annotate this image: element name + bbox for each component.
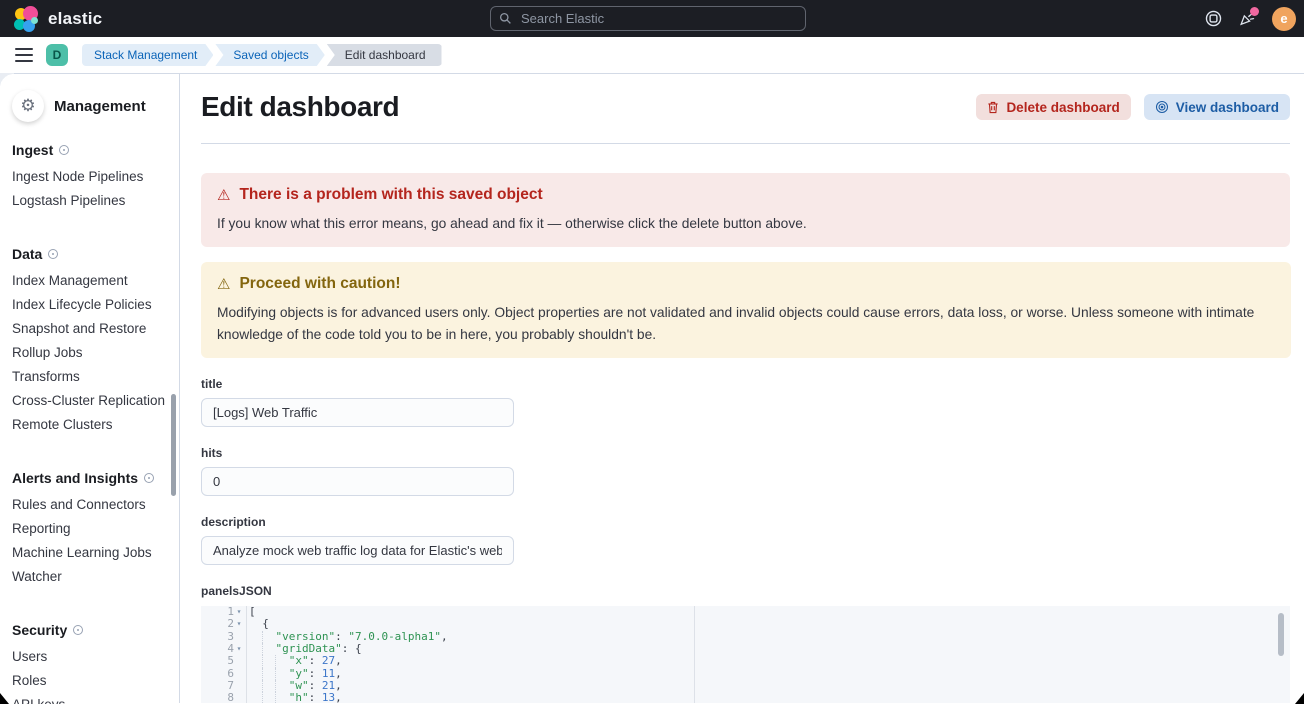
sidebar-item-rollup-jobs[interactable]: Rollup Jobs xyxy=(12,340,167,364)
breadcrumb-edit-dashboard: Edit dashboard xyxy=(327,44,442,66)
notification-dot xyxy=(1250,7,1259,16)
global-search[interactable] xyxy=(490,6,806,31)
editor-scrollbar[interactable] xyxy=(1278,613,1284,656)
newsfeed-icon[interactable] xyxy=(1238,10,1256,28)
sidebar-item-index-management[interactable]: Index Management xyxy=(12,268,167,292)
panels-json-editor[interactable]: 1▾[2▾{3"version": "7.0.0-alpha1",4▾"grid… xyxy=(201,606,1290,703)
top-bar: elastic e xyxy=(0,0,1304,37)
title-field[interactable] xyxy=(201,398,514,427)
gear-icon: ⚙ xyxy=(12,90,44,122)
section-info-icon xyxy=(73,625,83,635)
sidebar-section-data: Data xyxy=(12,246,167,262)
editor-line-number: 8 xyxy=(201,692,247,703)
editor-line-number: 7 xyxy=(201,680,247,692)
warning-icon: ⚠ xyxy=(217,275,230,293)
sidebar-item-index-lifecycle-policies[interactable]: Index Lifecycle Policies xyxy=(12,292,167,316)
sidebar-item-api-keys[interactable]: API keys xyxy=(12,692,167,704)
section-info-icon xyxy=(144,473,154,483)
sidebar-scrollbar[interactable] xyxy=(171,394,176,496)
editor-line-number: 5 xyxy=(201,655,247,667)
fold-arrow-icon[interactable]: ▾ xyxy=(234,643,244,655)
view-dashboard-button[interactable]: View dashboard xyxy=(1144,94,1290,120)
sidebar-item-remote-clusters[interactable]: Remote Clusters xyxy=(12,412,167,436)
sidebar-item-snapshot-and-restore[interactable]: Snapshot and Restore xyxy=(12,316,167,340)
user-avatar[interactable]: e xyxy=(1272,7,1296,31)
sidebar-item-logstash-pipelines[interactable]: Logstash Pipelines xyxy=(12,188,167,212)
warning-callout: ⚠ Proceed with caution! Modifying object… xyxy=(201,262,1291,358)
print-margin xyxy=(694,606,695,703)
search-input[interactable] xyxy=(519,10,797,27)
breadcrumb-saved-objects[interactable]: Saved objects xyxy=(215,44,324,66)
editor-line-number: 4▾ xyxy=(201,643,247,655)
sidebar-header: ⚙ Management xyxy=(12,90,167,122)
breadcrumb-bar: D Stack ManagementSaved objectsEdit dash… xyxy=(0,37,1304,74)
elastic-logo-icon[interactable] xyxy=(14,6,40,32)
editor-line-content[interactable]: { xyxy=(247,618,269,630)
editor-line-content[interactable]: [ xyxy=(247,606,256,618)
editor-line-number: 3 xyxy=(201,631,247,643)
sidebar-section-security: Security xyxy=(12,622,167,638)
fold-arrow-icon[interactable]: ▾ xyxy=(234,618,244,630)
error-callout: ⚠ There is a problem with this saved obj… xyxy=(201,173,1290,247)
sidebar-title: Management xyxy=(54,98,146,115)
section-info-icon xyxy=(48,249,58,259)
breadcrumb: Stack ManagementSaved objectsEdit dashbo… xyxy=(82,44,444,66)
breadcrumb-stack-management[interactable]: Stack Management xyxy=(82,44,213,66)
help-icon[interactable] xyxy=(1204,10,1222,28)
description-field[interactable] xyxy=(201,536,514,565)
eye-icon xyxy=(1155,100,1169,114)
sidebar-item-watcher[interactable]: Watcher xyxy=(12,564,167,588)
delete-dashboard-button[interactable]: Delete dashboard xyxy=(976,94,1130,120)
main-content: Edit dashboard Delete dashboard View das… xyxy=(180,74,1304,703)
fold-arrow-icon[interactable]: ▾ xyxy=(234,606,244,618)
panels-json-label: panelsJSON xyxy=(201,584,1290,598)
trash-icon xyxy=(987,101,999,114)
description-field-label: description xyxy=(201,515,1290,529)
page-title: Edit dashboard xyxy=(201,91,399,123)
editor-line-number: 1▾ xyxy=(201,606,247,618)
editor-line-number: 2▾ xyxy=(201,618,247,630)
sidebar-section-alerts-and-insights: Alerts and Insights xyxy=(12,470,167,486)
editor-line-number: 6 xyxy=(201,668,247,680)
menu-icon[interactable] xyxy=(8,41,40,69)
brand-wordmark: elastic xyxy=(48,9,102,29)
sidebar-item-roles[interactable]: Roles xyxy=(12,668,167,692)
sidebar-item-rules-and-connectors[interactable]: Rules and Connectors xyxy=(12,492,167,516)
editor-line-content[interactable]: "h": 13, xyxy=(247,692,342,703)
sidebar-item-machine-learning-jobs[interactable]: Machine Learning Jobs xyxy=(12,540,167,564)
sidebar-item-reporting[interactable]: Reporting xyxy=(12,516,167,540)
alert-icon: ⚠ xyxy=(217,186,230,204)
header-divider xyxy=(201,143,1290,144)
section-info-icon xyxy=(59,145,69,155)
hits-field-label: hits xyxy=(201,446,1290,460)
sidebar-item-transforms[interactable]: Transforms xyxy=(12,364,167,388)
sidebar-section-ingest: Ingest xyxy=(12,142,167,158)
space-avatar[interactable]: D xyxy=(46,44,68,66)
sidebar-item-cross-cluster-replication[interactable]: Cross-Cluster Replication xyxy=(12,388,167,412)
sidebar-item-ingest-node-pipelines[interactable]: Ingest Node Pipelines xyxy=(12,164,167,188)
sidebar-item-users[interactable]: Users xyxy=(12,644,167,668)
search-icon xyxy=(499,12,512,25)
management-sidebar: ⚙ Management Ingest Ingest Node Pipelines… xyxy=(0,74,180,703)
editor-line-content[interactable]: "x": 27, xyxy=(247,655,342,667)
title-field-label: title xyxy=(201,377,1290,391)
hits-field[interactable] xyxy=(201,467,514,496)
